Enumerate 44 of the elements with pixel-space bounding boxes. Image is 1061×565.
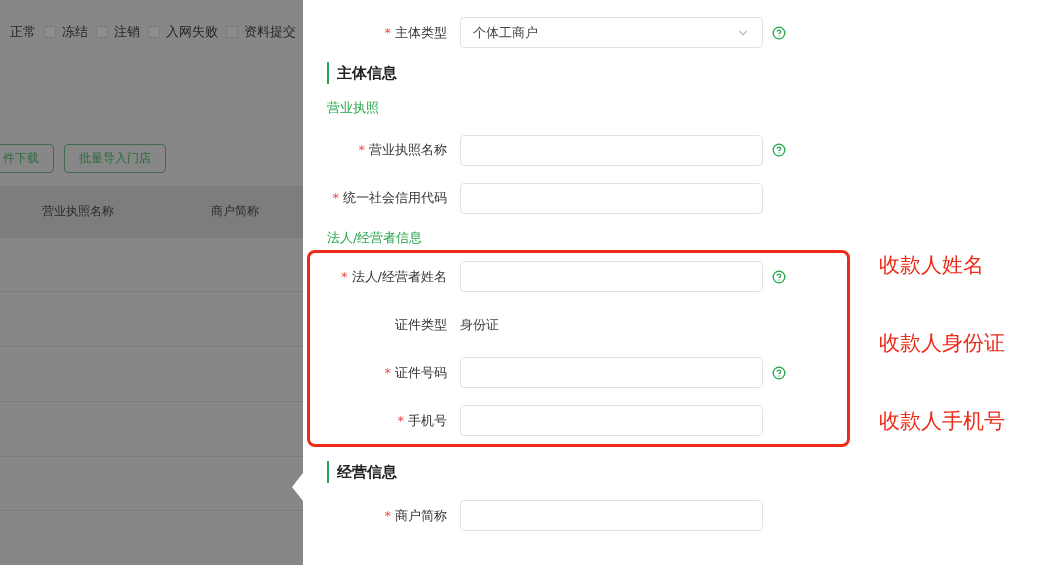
annotation-text: 收款人姓名: [879, 252, 985, 279]
subsection-title: 营业执照: [327, 99, 379, 117]
filter-label: 冻结: [62, 23, 88, 42]
drawer-pointer-icon: [292, 473, 303, 501]
required-mark: *: [341, 267, 348, 286]
annotation-text: 收款人手机号: [879, 408, 1005, 435]
section-heading: 经营信息: [327, 461, 397, 483]
required-mark: *: [397, 411, 404, 430]
field-label: 证件号码: [395, 363, 447, 382]
field-value: 身份证: [460, 315, 499, 334]
subsection-title: 法人/经营者信息: [327, 228, 423, 247]
column-header: 营业执照名称: [42, 203, 114, 221]
field-label: 营业执照名称: [369, 141, 447, 160]
help-icon[interactable]: [772, 365, 786, 380]
input-field[interactable]: [460, 357, 763, 388]
required-mark: *: [384, 363, 391, 382]
field-label: 主体类型: [395, 23, 447, 42]
field-label: 手机号: [408, 411, 447, 430]
required-mark: *: [384, 506, 391, 525]
input-field[interactable]: [460, 405, 763, 436]
input-field[interactable]: [460, 261, 763, 292]
filter-label: 入网失败: [166, 23, 218, 42]
input-field[interactable]: [460, 500, 763, 531]
field-label: 统一社会信用代码: [343, 189, 447, 208]
outline-button[interactable]: 件下载: [0, 143, 54, 173]
column-header: 商户简称: [211, 203, 259, 221]
required-mark: *: [384, 23, 391, 42]
filter-label: 资料提交: [244, 23, 296, 42]
field-label: 证件类型: [395, 315, 447, 334]
help-icon[interactable]: [772, 25, 786, 40]
field-label: 法人/经营者姓名: [351, 267, 447, 286]
input-field[interactable]: [460, 134, 763, 166]
annotation-text: 收款人身份证: [879, 330, 1005, 357]
outline-button[interactable]: 批量导入门店: [64, 143, 166, 173]
select-field[interactable]: 个体工商户: [460, 17, 763, 48]
filter-label: 注销: [114, 23, 140, 42]
required-mark: *: [358, 141, 365, 160]
input-field[interactable]: [460, 182, 763, 214]
required-mark: *: [332, 189, 339, 208]
help-icon[interactable]: [772, 269, 786, 284]
help-icon[interactable]: [772, 143, 786, 157]
section-heading: 主体信息: [327, 62, 397, 84]
field-label: 商户简称: [395, 506, 447, 525]
filter-label: 正常: [10, 23, 36, 42]
